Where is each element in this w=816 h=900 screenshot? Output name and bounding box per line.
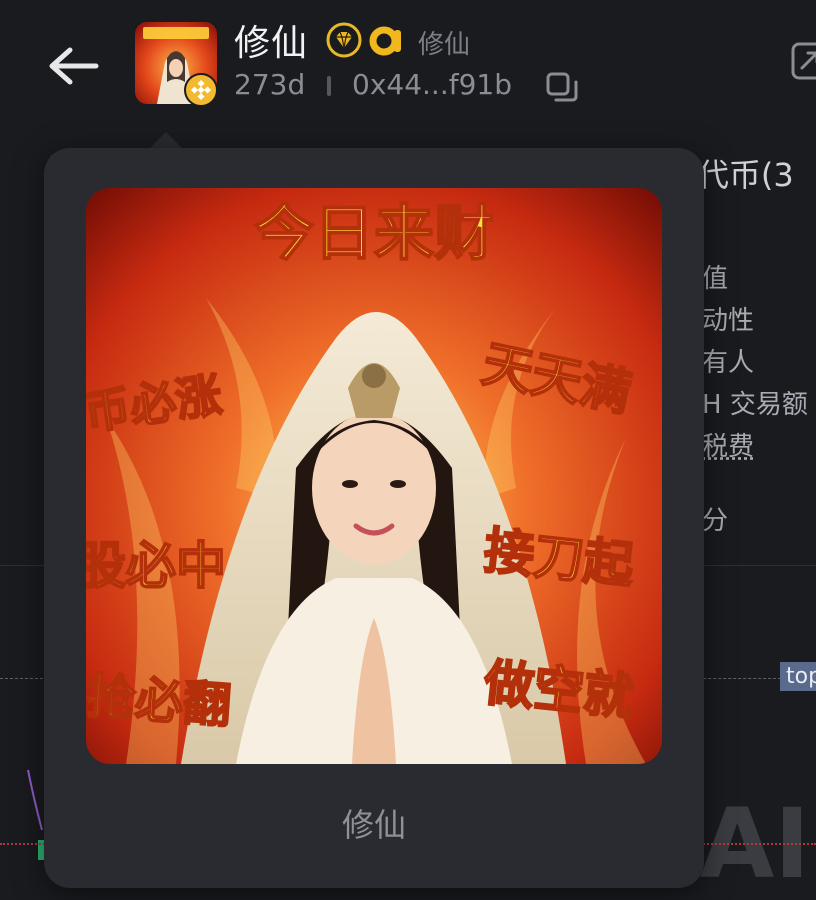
token-subname: 修仙 (418, 30, 471, 60)
background-stats-list: 值 动性 有人 H 交易额 税费 (702, 258, 808, 468)
token-name: 修仙 (234, 23, 309, 64)
stat-label: 动性 (702, 306, 755, 336)
top-price-tag: top (780, 662, 816, 691)
stat-label: 税费 (702, 432, 755, 462)
popup-caption: 修仙 (341, 806, 406, 844)
bnb-chain-icon (184, 73, 218, 107)
image-text-left-2: 股必中 (86, 537, 226, 595)
stat-label: 值 (702, 264, 729, 294)
separator (327, 76, 331, 96)
token-image-preview: 今日来财 币必涨 股必中 抢必翻 天天满 接刀起 做空就 (86, 188, 662, 764)
contract-address[interactable]: 0x44...f91b (352, 68, 512, 101)
image-text-left-3: 抢必翻 (86, 669, 233, 735)
a-badge-icon (369, 26, 401, 56)
stat-label: 有人 (702, 348, 755, 378)
arrow-left-icon[interactable] (44, 42, 104, 90)
copy-icon[interactable] (544, 70, 580, 106)
image-text-top: 今日来财 (254, 199, 494, 269)
external-link-icon[interactable] (790, 40, 816, 84)
diamond-verified-icon (326, 22, 362, 58)
stat-label: H 交易额 (702, 390, 808, 420)
background-tab-fragment[interactable]: 分 (702, 500, 728, 537)
token-age: 273d (234, 68, 306, 101)
